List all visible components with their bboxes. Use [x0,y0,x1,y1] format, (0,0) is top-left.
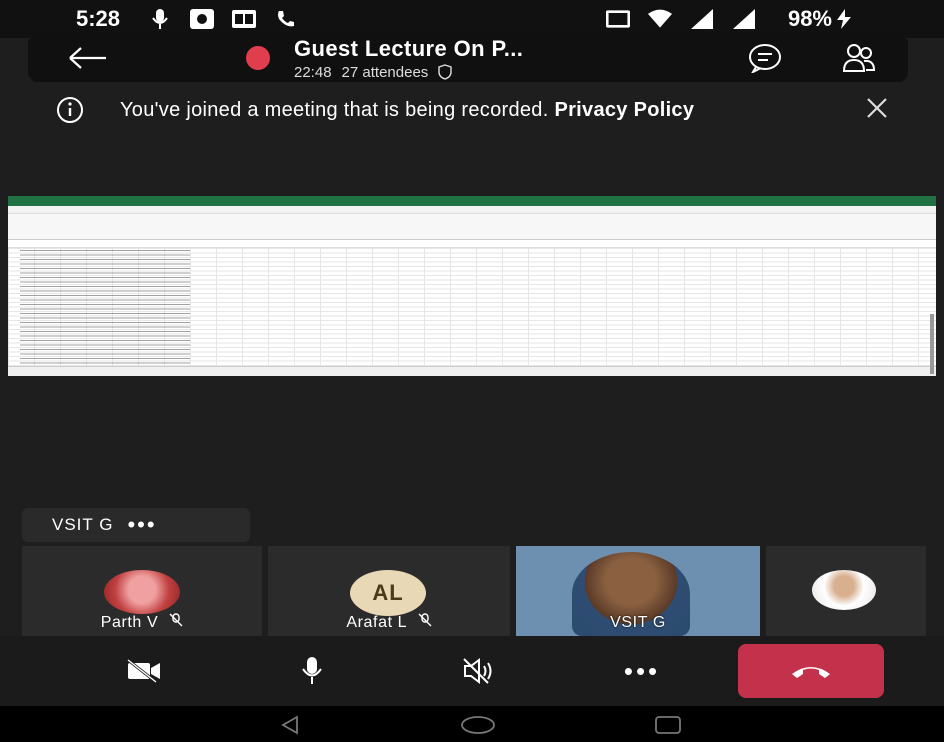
shared-spreadsheet-grid [8,248,936,374]
avatar [104,570,180,614]
speaker-off-icon [463,658,492,684]
signal-icon [732,8,756,30]
recording-indicator-icon [246,46,270,70]
status-time: 5:28 [76,6,121,31]
speaker-button[interactable] [450,646,510,696]
participant-tile[interactable] [766,546,926,636]
participant-name: Arafat L [346,614,407,631]
more-actions-button[interactable]: ••• [612,646,672,696]
shared-app-menubar [8,206,936,214]
shared-app-statusbar [8,366,936,376]
chat-icon [749,44,781,73]
avatar [812,570,876,610]
mic-icon [148,8,172,30]
people-icon [842,44,876,72]
shared-screen[interactable] [8,196,936,376]
presenter-pill[interactable]: VSIT G ••• [22,508,250,542]
recording-banner: You've joined a meeting that is being re… [28,88,908,132]
call-controls: ••• [0,636,944,706]
shared-spreadsheet-values [20,250,190,364]
meeting-title: Guest Lecture On P... [294,35,524,61]
charging-icon [832,8,856,30]
battery-percent: 98% [787,6,832,31]
nav-recents-button[interactable] [648,714,688,736]
participant-tile[interactable]: Parth V [22,546,262,636]
info-icon [57,97,83,123]
chat-button[interactable] [748,43,782,73]
shield-icon [438,64,452,80]
presenter-name: VSIT G [52,515,114,534]
phone-icon [274,8,298,30]
call-duration: 22:48 [294,63,332,81]
call-header: Guest Lecture On P... 22:48 27 attendees [28,34,908,82]
status-bar: 5:28 98% [0,0,944,38]
participant-video-tile[interactable]: VSIT G [516,546,760,636]
attendee-count: 27 attendees [341,63,429,81]
participant-name: VSIT G [610,614,666,631]
microphone-button[interactable] [282,646,342,696]
participant-label: Parth V [22,613,262,632]
home-circle-icon [461,716,495,734]
nav-home-button[interactable] [458,714,498,736]
back-arrow-icon [69,47,106,69]
shared-scrollbar [930,314,934,374]
banner-message: You've joined a meeting that is being re… [120,99,694,121]
app-icon [190,8,215,30]
shared-app-formula-bar [8,240,936,248]
microphone-icon [302,657,322,684]
wifi-icon [647,8,672,30]
camera-toggle-button[interactable] [114,646,174,696]
close-banner-button[interactable] [866,93,888,127]
video-off-icon [127,658,160,684]
back-button[interactable] [68,46,128,70]
shared-app-titlebar [8,196,936,206]
more-options-icon[interactable]: ••• [127,512,156,538]
participant-label: VSIT G [516,614,760,632]
close-icon [867,98,887,118]
volte-icon [605,8,630,30]
banner-text: You've joined a meeting that is being re… [120,99,549,121]
signal-icon [690,8,714,30]
recents-square-icon [655,716,681,734]
mic-off-icon [418,613,432,627]
hang-up-icon [792,667,830,678]
avatar: AL [350,570,426,616]
back-triangle-icon [281,715,298,735]
hang-up-button[interactable] [738,644,884,698]
participant-strip: Parth V AL Arafat L VSIT G [0,546,944,636]
mic-off-icon [169,613,183,627]
system-navigation-bar [0,706,944,742]
privacy-policy-link[interactable]: Privacy Policy [554,99,694,121]
participant-tile[interactable]: AL Arafat L [268,546,510,636]
participants-button[interactable] [842,43,876,73]
card-icon [232,8,257,30]
shared-app-ribbon [8,214,936,240]
call-info[interactable]: Guest Lecture On P... 22:48 27 attendees [294,36,523,81]
participant-label: Arafat L [268,613,510,632]
meeting-subtitle: 22:48 27 attendees [294,64,523,81]
nav-back-button[interactable] [270,714,310,736]
participant-name: Parth V [100,614,159,631]
